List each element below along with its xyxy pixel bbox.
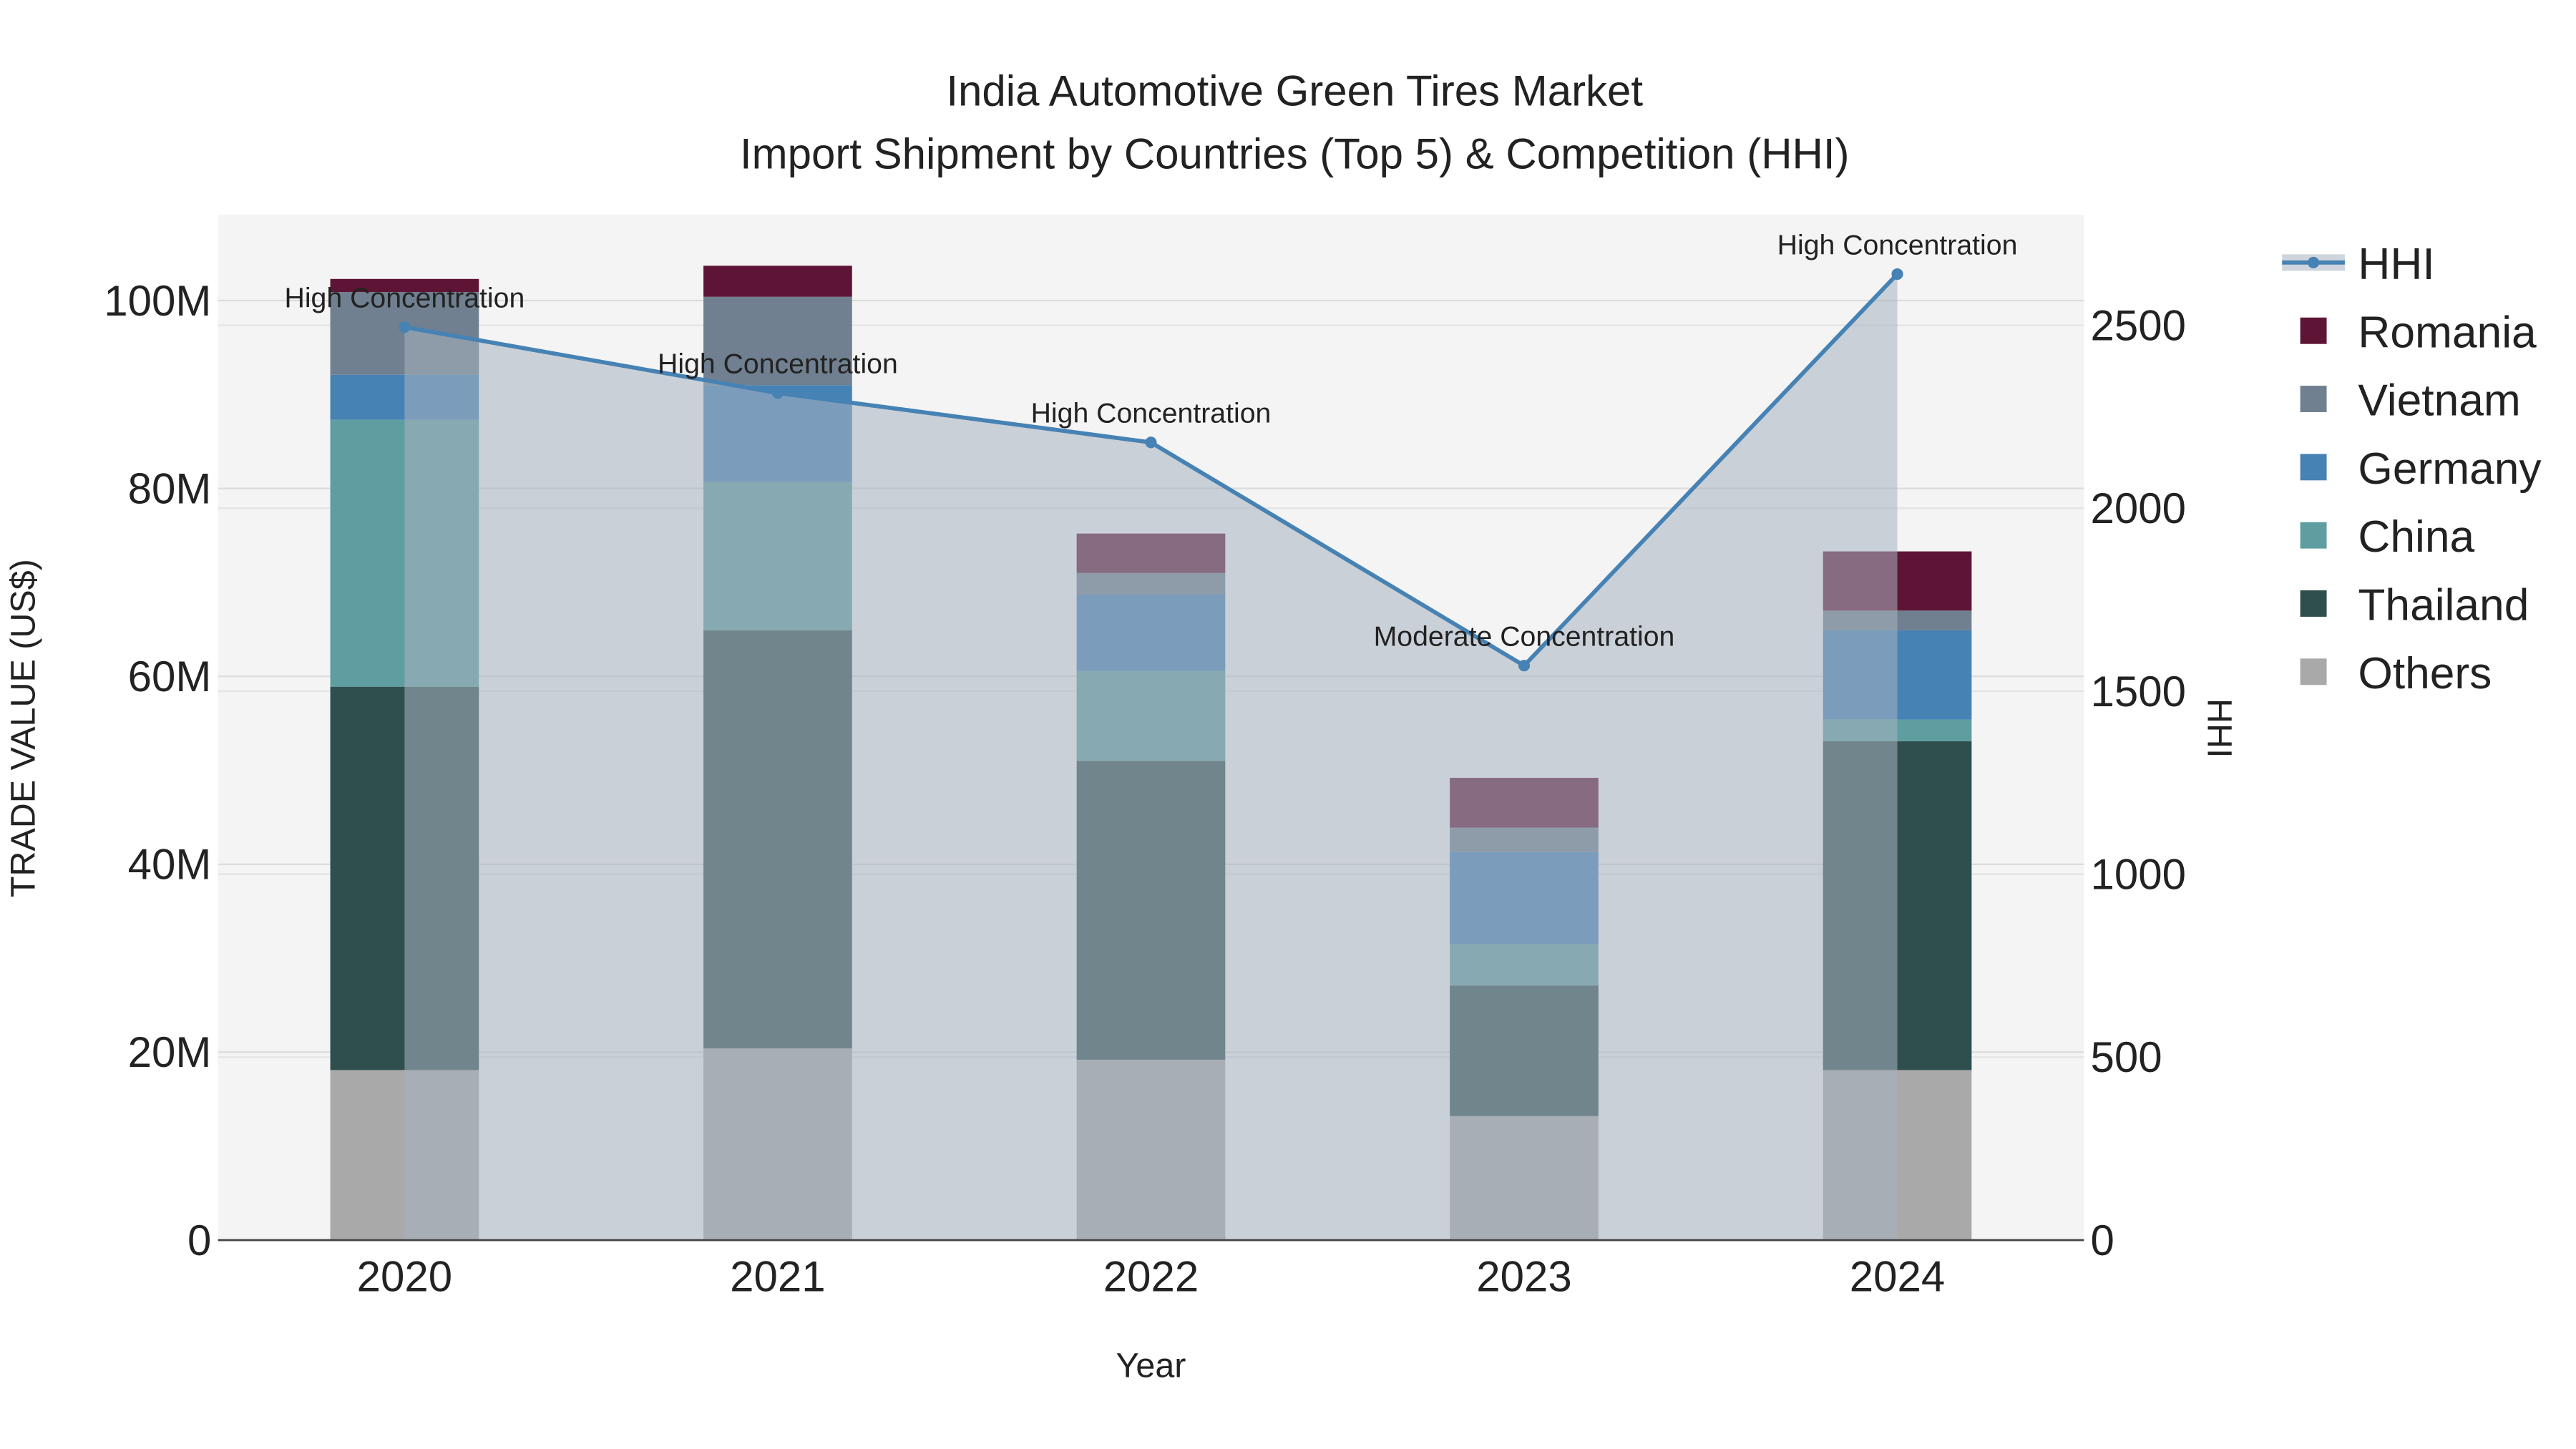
y-tick-label: 40M [128, 841, 212, 889]
x-tick-label: 2024 [1850, 1253, 1945, 1301]
y2-axis-title: HHI [2200, 698, 2238, 758]
y2-tick-label: 2000 [2091, 484, 2186, 532]
y-tick-label: 60M [128, 653, 212, 701]
y2-tick-label: 2500 [2091, 301, 2186, 349]
y2-tick-label: 500 [2091, 1033, 2162, 1081]
legend-swatch-others [2300, 658, 2327, 686]
legend-label-others: Others [2358, 649, 2492, 698]
y-tick-label: 20M [128, 1028, 212, 1076]
legend-swatch-china [2300, 522, 2327, 549]
legend-label-china: China [2358, 512, 2474, 562]
legend-hhi-marker [2308, 256, 2320, 268]
chart: 0 20M 40M 60M 80M 100M 0 500 1000 1500 2000 2500 202… [0, 0, 2576, 1449]
y-tick-label: 0 [187, 1216, 211, 1264]
hhi-annotation: High Concentration [658, 348, 898, 380]
legend-swatch-romania [2300, 317, 2327, 344]
legend-label-germany: Germany [2358, 444, 2542, 494]
y2-tick-label: 1000 [2091, 850, 2186, 898]
legend-label-thailand: Thailand [2358, 581, 2529, 630]
y-tick-label: 100M [104, 277, 211, 325]
legend-label-romania: Romania [2358, 308, 2537, 357]
legend-swatch-vietnam [2300, 386, 2327, 412]
hhi-point-2022 [1145, 436, 1157, 449]
legend-label-vietnam: Vietnam [2358, 376, 2520, 426]
legend-swatch-germany [2300, 454, 2327, 481]
x-axis-title: Year [1116, 1347, 1186, 1385]
y-axis-title: TRADE VALUE (US$) [4, 559, 42, 897]
hhi-point-2023 [1518, 660, 1531, 672]
hhi-annotation: High Concentration [1031, 398, 1272, 429]
legend-label-hhi: HHI [2358, 240, 2434, 289]
hhi-annotation: Moderate Concentration [1374, 621, 1675, 653]
x-tick-label: 2022 [1103, 1253, 1199, 1301]
y-tick-label: 80M [128, 464, 212, 512]
hhi-point-2024 [1891, 268, 1903, 280]
bar-romania-2021 [703, 265, 852, 297]
x-tick-label: 2021 [730, 1253, 825, 1301]
y2-tick-label: 0 [2091, 1216, 2114, 1264]
legend-swatch-thailand [2300, 590, 2327, 617]
chart-title: India Automotive Green Tires Market [946, 67, 1643, 115]
y2-tick-label: 1500 [2091, 668, 2186, 716]
hhi-point-2021 [771, 387, 784, 399]
hhi-annotation: High Concentration [1777, 229, 2018, 260]
x-tick-label: 2020 [357, 1253, 452, 1301]
hhi-point-2020 [399, 321, 411, 333]
hhi-annotation: High Concentration [285, 282, 525, 313]
chart-subtitle: Import Shipment by Countries (Top 5) & C… [740, 130, 1850, 177]
x-tick-label: 2023 [1476, 1253, 1571, 1301]
